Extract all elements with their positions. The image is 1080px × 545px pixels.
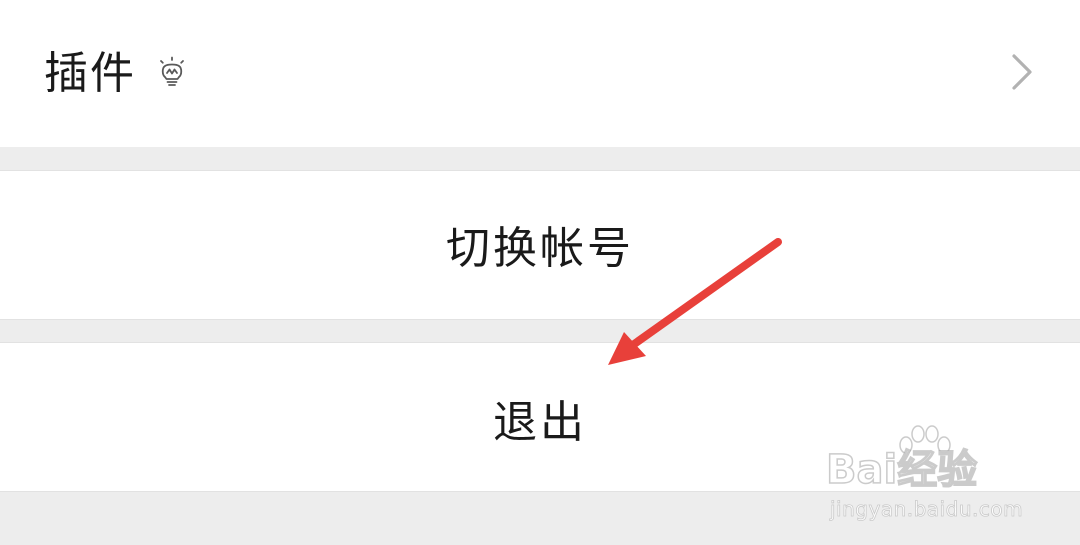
chevron-right-icon <box>1012 54 1032 90</box>
settings-row-plugins[interactable]: 插件 <box>0 0 1080 147</box>
switch-account-label: 切换帐号 <box>446 223 634 274</box>
annotation-arrow <box>608 238 782 365</box>
lightbulb-icon <box>160 56 184 86</box>
baidu-jingyan-watermark: Bai经验 jingyan.baidu.com <box>825 425 1056 525</box>
watermark-url: jingyan.baidu.com <box>830 497 1024 522</box>
switch-account-button[interactable]: 切换帐号 <box>0 170 1080 320</box>
plugins-label: 插件 <box>44 48 136 99</box>
watermark-brand: Bai经验 <box>825 446 978 494</box>
